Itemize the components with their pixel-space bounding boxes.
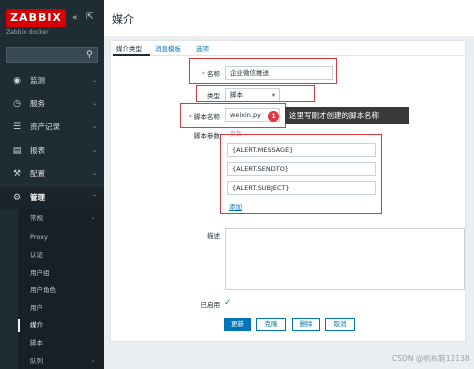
- submenu-item-media[interactable]: 媒介: [18, 316, 104, 335]
- submenu-item-label: 认证: [30, 251, 43, 259]
- submenu-item-general[interactable]: 常规 ›: [18, 209, 104, 228]
- submenu-item-label: 媒介: [30, 321, 43, 329]
- page-title: 媒介: [112, 11, 134, 27]
- logo-row: ZABBIX Zabbix docker « ⇱: [0, 0, 104, 40]
- watermark: CSDN @帆布鞋12138: [392, 353, 470, 364]
- annotation-badge: 1: [268, 111, 279, 122]
- nav-item-administration[interactable]: ⚙ 管理 ⌃: [0, 187, 104, 209]
- eye-icon: ◉: [11, 70, 23, 92]
- page-header: 媒介: [104, 0, 474, 36]
- script-params-label: 脚本参数: [170, 130, 220, 140]
- clock-icon: ◷: [11, 93, 23, 115]
- description-label: 描述: [170, 230, 220, 240]
- nav-item-label: 管理: [30, 187, 45, 209]
- nav-item-label: 配置: [30, 163, 45, 185]
- tab-divider: [110, 55, 466, 56]
- chevron-right-icon: ›: [92, 209, 94, 228]
- submenu-item-authentication[interactable]: 认证: [18, 246, 104, 265]
- bar-chart-icon: ▤: [11, 140, 23, 162]
- active-tab-indicator: [113, 54, 150, 56]
- submenu-item-label: 用户: [30, 304, 43, 312]
- nav-item-label: 监测: [30, 70, 45, 92]
- chevron-down-icon: ⌄: [92, 163, 97, 185]
- kiosk-mode-icon[interactable]: ⇱: [86, 12, 94, 22]
- update-button[interactable]: 更新: [224, 318, 251, 331]
- submenu-item-label: 脚本: [30, 339, 43, 347]
- annotation-box-type: [196, 85, 315, 102]
- enabled-checkbox[interactable]: ✓: [224, 298, 234, 308]
- submenu-item-label: 队列: [30, 357, 43, 365]
- nav-item-label: 资产记录: [30, 116, 60, 138]
- tab-options[interactable]: 选项: [196, 43, 209, 53]
- nav-item-label: 报表: [30, 140, 45, 162]
- nav-item-reports[interactable]: ▤ 报表 ⌄: [0, 140, 104, 162]
- chevron-right-icon: ›: [92, 352, 94, 369]
- list-icon: ☰: [11, 116, 23, 138]
- sidebar: ZABBIX Zabbix docker « ⇱ ⚲ ◉ 监测 ⌄ ◷ 服务 ⌄…: [0, 0, 104, 369]
- nav-item-label: 服务: [30, 93, 45, 115]
- chevron-down-icon: ⌄: [92, 116, 97, 138]
- delete-button[interactable]: 删除: [292, 318, 320, 331]
- zabbix-logo[interactable]: ZABBIX: [6, 9, 66, 27]
- cancel-button[interactable]: 取消: [325, 318, 355, 331]
- submenu-item-user-roles[interactable]: 用户角色: [18, 281, 104, 300]
- annotation-box-params: [220, 134, 382, 214]
- server-name: Zabbix docker: [6, 29, 49, 36]
- tab-media-type[interactable]: 媒介类型: [116, 43, 142, 53]
- nav-item-services[interactable]: ◷ 服务 ⌄: [0, 93, 104, 115]
- collapse-sidebar-icon[interactable]: «: [72, 13, 78, 23]
- annotation-box-name: [189, 58, 337, 84]
- chevron-down-icon: ⌄: [92, 93, 97, 115]
- submenu-item-queue[interactable]: 队列 ›: [18, 352, 104, 369]
- nav-item-inventory[interactable]: ☰ 资产记录 ⌄: [0, 116, 104, 138]
- wrench-icon: ⚒: [11, 163, 23, 185]
- submenu-item-proxy[interactable]: Proxy: [18, 228, 104, 247]
- submenu-item-label: 用户组: [30, 269, 50, 277]
- tab-message-templates[interactable]: 消息模板: [155, 43, 181, 53]
- chevron-up-icon: ⌃: [92, 187, 97, 209]
- clone-button[interactable]: 克隆: [256, 318, 286, 331]
- submenu-item-label: 常规: [30, 214, 43, 222]
- enabled-label: 已启用: [170, 299, 220, 309]
- chevron-down-icon: ⌄: [92, 70, 97, 92]
- administration-submenu: 常规 › Proxy 认证 用户组 用户角色 用户 媒介 脚本 队列 ›: [18, 209, 104, 369]
- annotation-callout: 这里写刚才创建的脚本名称: [285, 107, 409, 124]
- chevron-down-icon: ⌄: [92, 140, 97, 162]
- submenu-item-label: 用户角色: [30, 286, 56, 294]
- gear-icon: ⚙: [11, 187, 23, 209]
- submenu-item-label: Proxy: [30, 233, 48, 241]
- description-textarea[interactable]: [225, 228, 465, 290]
- search-icon[interactable]: ⚲: [86, 50, 93, 60]
- submenu-item-scripts[interactable]: 脚本: [18, 334, 104, 353]
- nav-item-configuration[interactable]: ⚒ 配置 ⌄: [0, 163, 104, 185]
- search-input[interactable]: ⚲: [6, 47, 98, 63]
- nav-item-monitoring[interactable]: ◉ 监测 ⌄: [0, 70, 104, 92]
